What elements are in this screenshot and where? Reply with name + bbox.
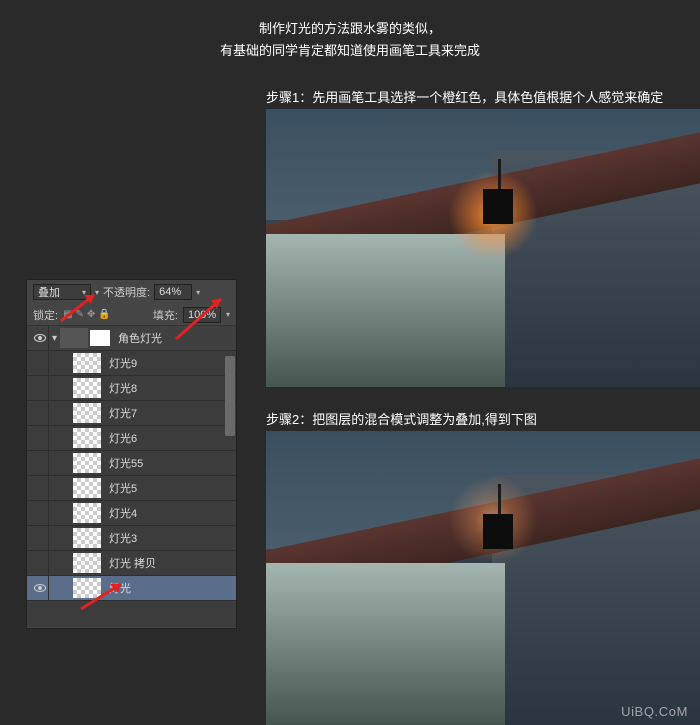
layer-thumb-icon bbox=[73, 378, 101, 398]
step1-label: 步骤1：先用画笔工具选择一个橙红色，具体色值根据个人感觉来确定 bbox=[266, 87, 663, 106]
layer-name-label: 灯光6 bbox=[109, 430, 137, 446]
layer-row[interactable]: 灯光 拷贝 bbox=[27, 551, 236, 576]
visibility-toggle[interactable] bbox=[31, 451, 49, 475]
visibility-toggle[interactable] bbox=[31, 326, 49, 350]
layer-name-label: 灯光3 bbox=[109, 530, 137, 546]
eye-icon bbox=[34, 584, 46, 592]
folder-thumb-icon bbox=[60, 328, 88, 348]
layers-list: ▾ 角色灯光 灯光9 灯光8 灯光7 灯光6 灯光55 灯光5 灯光4 灯光3 灯光 拷贝灯光 bbox=[27, 326, 236, 627]
layer-name-label: 灯光 拷贝 bbox=[109, 555, 156, 571]
street-lamp-icon bbox=[483, 159, 528, 239]
layer-name-label: 灯光9 bbox=[109, 355, 137, 371]
blend-mode-dropdown[interactable]: 叠加 ▾ bbox=[33, 284, 91, 300]
layer-thumb-icon bbox=[73, 428, 101, 448]
street-lamp-icon bbox=[483, 484, 528, 564]
visibility-toggle[interactable] bbox=[31, 426, 49, 450]
layer-row[interactable]: 灯光55 bbox=[27, 451, 236, 476]
layer-name-label: 灯光5 bbox=[109, 480, 137, 496]
visibility-toggle[interactable] bbox=[31, 351, 49, 375]
result-image-2 bbox=[266, 431, 700, 725]
layer-row[interactable]: 灯光3 bbox=[27, 526, 236, 551]
layer-row[interactable]: 灯光9 bbox=[27, 351, 236, 376]
opacity-label: 不透明度: bbox=[103, 284, 150, 300]
watermark: UiBQ.CoM bbox=[621, 704, 688, 719]
layer-row[interactable]: 灯光8 bbox=[27, 376, 236, 401]
fill-value: 100% bbox=[188, 309, 216, 321]
layer-group-row[interactable]: ▾ 角色灯光 bbox=[27, 326, 236, 351]
layer-name-label: 灯光 bbox=[109, 580, 131, 596]
visibility-toggle[interactable] bbox=[31, 476, 49, 500]
layer-row[interactable]: 灯光7 bbox=[27, 401, 236, 426]
twisty-open-icon[interactable]: ▾ bbox=[52, 333, 57, 344]
header-line1: 制作灯光的方法跟水雾的类似， bbox=[0, 18, 700, 40]
visibility-toggle[interactable] bbox=[31, 501, 49, 525]
opacity-input[interactable]: 64% bbox=[154, 284, 192, 300]
lock-move-icon[interactable]: ✥ bbox=[87, 309, 95, 320]
visibility-toggle[interactable] bbox=[31, 526, 49, 550]
scrollbar-thumb[interactable] bbox=[225, 356, 235, 436]
panel-lock-row: 锁定: ▦ ✎ ✥ 🔒 填充: 100% ▾ bbox=[27, 304, 236, 326]
eye-icon bbox=[34, 334, 46, 342]
layer-thumb-icon bbox=[73, 478, 101, 498]
step2-label: 步骤2：把图层的混合模式调整为叠加,得到下图 bbox=[266, 409, 537, 428]
layer-row[interactable]: 灯光5 bbox=[27, 476, 236, 501]
layer-name-label: 灯光8 bbox=[109, 380, 137, 396]
chevron-down-icon: ▾ bbox=[82, 288, 86, 297]
fill-label: 填充: bbox=[153, 307, 178, 323]
layer-row[interactable]: 灯光6 bbox=[27, 426, 236, 451]
group-name: 角色灯光 bbox=[118, 330, 162, 346]
fill-input[interactable]: 100% bbox=[183, 307, 221, 323]
layer-thumb-icon bbox=[73, 453, 101, 473]
chevron-down-icon[interactable]: ▾ bbox=[226, 310, 230, 319]
layer-name-label: 灯光55 bbox=[109, 455, 143, 471]
layer-name-label: 灯光7 bbox=[109, 405, 137, 421]
lock-label: 锁定: bbox=[33, 307, 58, 323]
chevron-down-icon[interactable]: ▾ bbox=[196, 288, 200, 297]
visibility-toggle[interactable] bbox=[31, 576, 49, 600]
visibility-toggle[interactable] bbox=[31, 551, 49, 575]
blend-mode-value: 叠加 bbox=[38, 284, 60, 300]
visibility-toggle[interactable] bbox=[31, 401, 49, 425]
layers-panel: 叠加 ▾ ▾ 不透明度: 64% ▾ 锁定: ▦ ✎ ✥ 🔒 填充: 100% … bbox=[26, 279, 237, 629]
mask-thumb-icon bbox=[90, 330, 110, 346]
lock-all-icon[interactable]: 🔒 bbox=[98, 309, 110, 320]
layer-row[interactable]: 灯光 bbox=[27, 576, 236, 601]
chevron-down-icon[interactable]: ▾ bbox=[95, 288, 99, 297]
header-text: 制作灯光的方法跟水雾的类似， 有基础的同学肯定都知道使用画笔工具来完成 bbox=[0, 0, 700, 62]
layer-thumb-icon bbox=[73, 578, 101, 598]
layer-name-label: 灯光4 bbox=[109, 505, 137, 521]
visibility-toggle[interactable] bbox=[31, 376, 49, 400]
header-line2: 有基础的同学肯定都知道使用画笔工具来完成 bbox=[0, 40, 700, 62]
lock-transparent-icon[interactable]: ▦ bbox=[63, 309, 72, 320]
layer-thumb-icon bbox=[73, 528, 101, 548]
layer-row[interactable]: 灯光4 bbox=[27, 501, 236, 526]
layer-thumb-icon bbox=[73, 403, 101, 423]
opacity-value: 64% bbox=[159, 286, 181, 298]
lock-brush-icon[interactable]: ✎ bbox=[76, 309, 84, 320]
layer-thumb-icon bbox=[73, 503, 101, 523]
layer-thumb-icon bbox=[73, 553, 101, 573]
layer-thumb-icon bbox=[73, 353, 101, 373]
panel-top-row: 叠加 ▾ ▾ 不透明度: 64% ▾ bbox=[27, 280, 236, 304]
result-image-1 bbox=[266, 109, 700, 387]
